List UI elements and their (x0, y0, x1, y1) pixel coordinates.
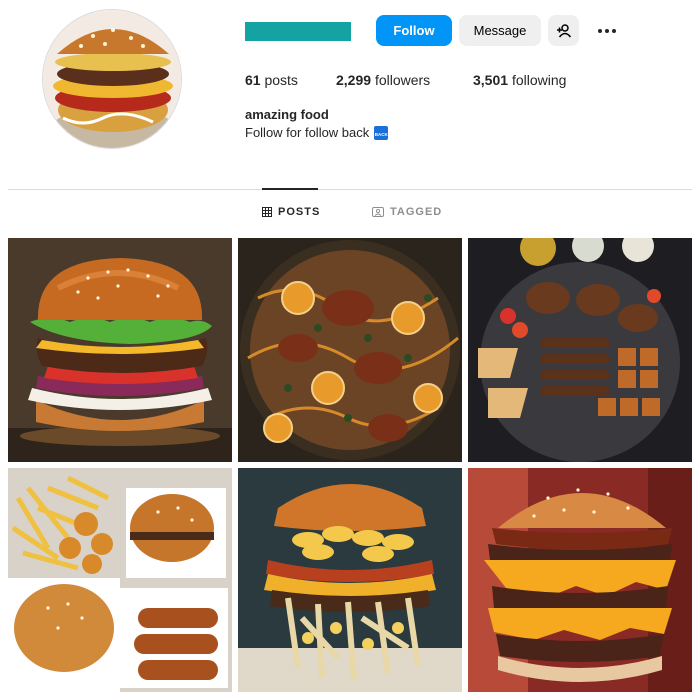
section-divider (8, 189, 692, 190)
bio-text: Follow for follow back BACK (245, 125, 389, 140)
following-label: following (511, 72, 567, 88)
mac-cheese-burger-photo (238, 468, 462, 692)
post-tile-2[interactable] (238, 238, 462, 462)
post-tile-1[interactable] (8, 238, 232, 462)
username-redacted (245, 22, 351, 41)
tab-posts-label: POSTS (278, 206, 321, 218)
more-icon (598, 28, 616, 33)
bio-text-content: Follow for follow back (245, 125, 370, 140)
back-arrow-emoji-icon: BACK (374, 125, 389, 140)
followers-count: 2,299 (336, 72, 372, 88)
burger-photo (8, 238, 232, 462)
grill-platter-photo (468, 238, 692, 462)
tab-posts[interactable]: POSTS (262, 206, 320, 218)
message-button-label: Message (473, 23, 527, 38)
post-tile-4[interactable] (8, 468, 232, 692)
fast-food-meal-photo (8, 468, 232, 692)
followers-stat[interactable]: 2,299 followers (336, 72, 430, 88)
bio-name: amazing food (245, 107, 329, 122)
profile-header: Follow Message 61 posts 2,299 followers … (0, 0, 700, 190)
tab-tagged[interactable]: TAGGED (372, 206, 442, 218)
post-tile-3[interactable] (468, 238, 692, 462)
chicken-pan-photo (238, 238, 462, 462)
tab-tagged-label: TAGGED (390, 206, 443, 218)
post-tile-6[interactable] (468, 468, 692, 692)
grid-icon (262, 207, 272, 217)
posts-label: posts (264, 72, 298, 88)
active-tab-indicator (262, 188, 318, 190)
following-stat[interactable]: 3,501 following (473, 72, 566, 88)
avatar[interactable] (42, 9, 182, 149)
follow-button-label: Follow (393, 23, 435, 38)
double-cheeseburger-photo (468, 468, 692, 692)
followers-label: followers (374, 72, 431, 88)
message-button[interactable]: Message (459, 15, 541, 46)
tag-icon (372, 207, 384, 217)
following-count: 3,501 (473, 72, 509, 88)
posts-count: 61 (245, 72, 261, 88)
add-user-button[interactable] (548, 15, 579, 46)
add-user-icon (556, 23, 571, 37)
follow-button[interactable]: Follow (376, 15, 452, 46)
posts-stat: 61 posts (245, 72, 298, 88)
back-emoji-text: BACK (374, 132, 388, 137)
more-options-button[interactable] (590, 15, 624, 46)
post-tile-5[interactable] (238, 468, 462, 692)
profile-tabs: POSTS TAGGED (0, 206, 700, 222)
